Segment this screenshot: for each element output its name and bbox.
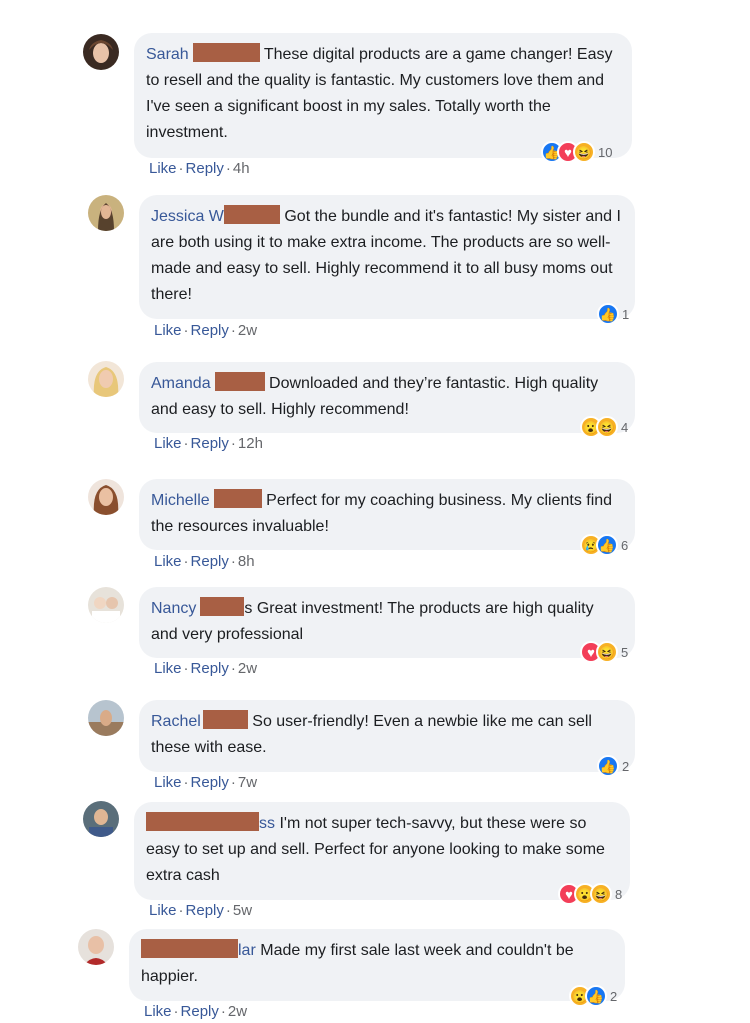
like-link[interactable]: Like [149,902,177,919]
comment-bubble: ss I'm not super tech-savvy, but these w… [134,802,630,900]
timestamp[interactable]: 2w [238,660,257,677]
reply-link[interactable]: Reply [191,553,229,570]
haha-reaction-icon: 😆 [596,416,618,438]
reactions[interactable]: ♥ 😮 😆 8 [558,883,622,905]
reaction-count: 8 [615,886,623,902]
reaction-count: 10 [598,144,613,160]
reactions[interactable]: 👍 ♥ 😆 10 [541,141,612,163]
redaction-bar [192,43,260,62]
comment-bubble: Sarah These digital products are a game … [134,33,632,158]
like-link[interactable]: Like [154,660,182,677]
commenter-name[interactable]: Sarah [146,46,189,63]
redaction-bar [223,205,280,224]
avatar[interactable] [88,195,124,231]
comment-actions: Like · Reply · 5w [149,902,253,919]
like-reaction-icon: 👍 [596,534,618,556]
like-link[interactable]: Like [154,322,182,339]
reactions[interactable]: 😮 👍 2 [569,985,617,1007]
timestamp[interactable]: 4h [233,160,250,177]
reaction-count: 4 [621,419,629,435]
haha-reaction-icon: 😆 [596,641,618,663]
commenter-name[interactable]: Michelle [151,492,210,509]
reply-link[interactable]: Reply [186,160,224,177]
commenter-name[interactable]: Nancy [151,600,196,617]
reactions[interactable]: 😢 👍 6 [580,534,628,556]
redaction-bar [200,597,245,616]
like-link[interactable]: Like [154,553,182,570]
reaction-count: 2 [610,988,618,1004]
comment-bubble: Nancy s Great investment! The products ar… [139,587,635,658]
reply-link[interactable]: Reply [191,435,229,452]
reply-link[interactable]: Reply [191,774,229,791]
avatar[interactable] [78,929,114,965]
comment-bubble: Jessica W Got the bundle and it's fantas… [139,195,635,319]
like-reaction-icon: 👍 [597,755,619,777]
reaction-count: 2 [622,758,630,774]
name-suffix[interactable]: lar [238,942,256,959]
redaction-bar [146,812,259,831]
like-reaction-icon: 👍 [597,303,619,325]
haha-reaction-icon: 😆 [573,141,595,163]
reaction-count: 6 [621,537,629,553]
haha-reaction-icon: 😆 [590,883,612,905]
avatar[interactable] [88,700,124,736]
comment-actions: Like · Reply · 8h [154,553,255,570]
comment-bubble: Amanda Downloaded and they’re fantastic.… [139,362,635,433]
redaction-bar [214,372,265,391]
avatar[interactable] [83,801,119,837]
reaction-count: 1 [622,306,630,322]
timestamp[interactable]: 5w [233,902,252,919]
avatar[interactable] [88,587,124,623]
like-reaction-icon: 👍 [585,985,607,1007]
reply-link[interactable]: Reply [191,322,229,339]
reactions[interactable]: 😮 😆 4 [580,416,628,438]
timestamp[interactable]: 12h [238,435,263,452]
reaction-count: 5 [621,644,629,660]
comment-bubble: Rachel So user-friendly! Even a newbie l… [139,700,635,772]
like-link[interactable]: Like [149,160,177,177]
comment-bubble: Michelle Perfect for my coaching busines… [139,479,635,550]
redaction-bar [202,710,248,729]
reply-link[interactable]: Reply [191,660,229,677]
comment-actions: Like · Reply · 2w [144,1003,248,1020]
comment-bubble: lar Made my first sale last week and cou… [129,929,625,1001]
timestamp[interactable]: 2w [238,322,257,339]
avatar[interactable] [88,479,124,515]
comment-actions: Like · Reply · 7w [154,774,258,791]
comment-actions: Like · Reply · 2w [154,322,258,339]
name-suffix[interactable]: ss [259,815,275,832]
commenter-name[interactable]: Rachel [151,713,201,730]
like-link[interactable]: Like [154,774,182,791]
reactions[interactable]: 👍 2 [597,755,629,777]
timestamp[interactable]: 7w [238,774,257,791]
like-link[interactable]: Like [154,435,182,452]
commenter-name[interactable]: Amanda [151,375,211,392]
avatar[interactable] [83,34,119,70]
comment-actions: Like · Reply · 2w [154,660,258,677]
redaction-bar [141,939,238,958]
reactions[interactable]: 👍 1 [597,303,629,325]
timestamp[interactable]: 8h [238,553,255,570]
reactions[interactable]: ♥ 😆 5 [580,641,628,663]
name-suffix: s [244,600,253,617]
reply-link[interactable]: Reply [181,1003,219,1020]
like-link[interactable]: Like [144,1003,172,1020]
reply-link[interactable]: Reply [186,902,224,919]
commenter-name[interactable]: Jessica W [151,208,224,225]
timestamp[interactable]: 2w [228,1003,247,1020]
comment-actions: Like · Reply · 12h [154,435,263,452]
avatar[interactable] [88,361,124,397]
comment-actions: Like · Reply · 4h [149,160,250,177]
redaction-bar [213,489,262,508]
